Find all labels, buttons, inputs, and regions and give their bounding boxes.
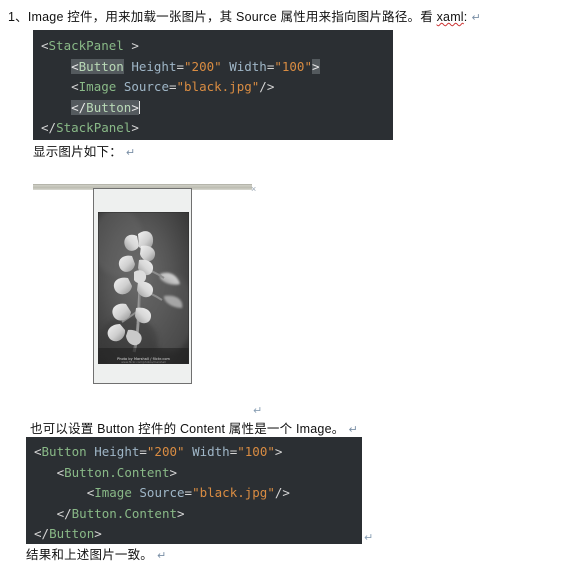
code-token-attr: Height (94, 444, 140, 459)
code-token-punct: < (71, 79, 79, 94)
code-token-attr: Source (123, 79, 169, 94)
image-watermark-secondary: www.flickr.com/photos/marshall (121, 360, 166, 364)
paragraph-intro-text: 1、Image 控件，用来加载一张图片，其 Source 属性用来指向图片路径。… (8, 10, 437, 24)
paragraph-intro: 1、Image 控件，用来加载一张图片，其 Source 属性用来指向图片路径。… (8, 8, 481, 27)
code-token-tag: StackPanel (48, 38, 124, 53)
code-token-sel: Button (86, 99, 132, 115)
code-token-punct: /> (274, 485, 290, 500)
paragraph-button-content-text: 也可以设置 Button 控件的 Content 属性是一个 Image。 (30, 422, 345, 436)
code-token-tag: Image (78, 79, 117, 94)
code-token-punct: > (177, 505, 185, 521)
pilcrow-mark: ↵ (471, 12, 481, 24)
code-token-sel: Button (78, 58, 124, 74)
code-token-attr: Height (131, 58, 177, 74)
code-token-punct: < (34, 444, 42, 459)
code-token-eq: = (139, 444, 147, 459)
code-line: <Image Source="black.jpg"/> (34, 483, 362, 504)
pilcrow-mark: ↵ (348, 424, 358, 436)
code-token-punct: > (131, 120, 139, 135)
code-token-tag: Button.Content (71, 505, 177, 521)
code-token-val: "100" (237, 444, 275, 459)
code-token-eq: = (168, 79, 177, 94)
code-token-selpunct: < (71, 58, 79, 74)
code-token-punct (185, 444, 193, 459)
code-token-punct: < (56, 464, 65, 480)
selection-handle-mark: × (251, 184, 257, 194)
code-token-tag: Button.Content (64, 464, 170, 480)
code-token-val: "black.jpg" (176, 79, 260, 94)
code-block-stackpanel[interactable]: <StackPanel > <Button Height="200" Width… (33, 30, 393, 140)
wpf-button-preview[interactable]: Photo by Marshall / flickr.com www.flick… (93, 188, 192, 384)
flower-photo-svg (98, 212, 189, 364)
code-token-punct: < (41, 38, 49, 53)
code-token-selpunct: > (131, 99, 139, 115)
paragraph-result-text: 结果和上述图片一致。 (26, 548, 154, 562)
code-line: <Button Height="200" Width="100"> (41, 57, 393, 78)
pilcrow-mark-floating: ↵ (253, 405, 263, 417)
code-token-val: "100" (274, 58, 312, 74)
code-line: <Button.Content> (34, 463, 362, 484)
code-token-val: "200" (184, 58, 222, 74)
code-token-punct: > (94, 526, 102, 541)
code-token-tag: Image (94, 485, 132, 500)
code-token-val: "200" (146, 444, 185, 459)
code-line: </Button> (34, 524, 362, 544)
code-block-button-content[interactable]: <Button Height="200" Width="100"> <Butto… (26, 437, 362, 544)
code-token-tag: StackPanel (56, 120, 132, 135)
code-token-val: "black.jpg" (192, 485, 275, 500)
code-token-attr: Width (229, 58, 267, 74)
pilcrow-mark-after-code2: ↵ (364, 532, 374, 544)
code-token-punct: </ (34, 526, 50, 541)
code-token-selpunct: > (312, 58, 320, 74)
pilcrow-mark: ↵ (157, 550, 167, 562)
code-line: <StackPanel > (41, 36, 393, 57)
code-token-selpunct: </ (71, 99, 87, 115)
code-token-punct: > (123, 38, 139, 53)
code-token-punct (116, 79, 124, 94)
paragraph-result: 结果和上述图片一致。 ↵ (26, 546, 166, 565)
code-line: </StackPanel> (41, 118, 393, 139)
code-token-punct: /> (259, 79, 275, 94)
code-token-eq: = (184, 485, 193, 500)
paragraph-show-image-text: 显示图片如下： (33, 145, 122, 159)
code-line: </Button> (41, 98, 393, 119)
pilcrow-mark: ↵ (125, 147, 136, 159)
code-line: </Button.Content> (34, 504, 362, 525)
code-token-tag: Button (49, 526, 95, 541)
code-token-punct: </ (56, 505, 72, 521)
text-caret (138, 100, 140, 114)
code-token-punct: </ (41, 120, 57, 135)
code-token-tag: Button (41, 444, 87, 459)
code-token-attr: Source (139, 485, 185, 500)
code-line: <Button Height="200" Width="100"> (34, 442, 362, 463)
code-token-attr: Width (192, 444, 230, 459)
code-token-punct: > (274, 444, 283, 459)
code-line: <Image Source="black.jpg"/> (41, 77, 393, 98)
code-token-eq: = (176, 58, 185, 74)
spellcheck-word-xaml: xaml (436, 10, 464, 24)
code-token-punct: > (169, 464, 177, 480)
wpf-image-preview: Photo by Marshall / flickr.com www.flick… (98, 212, 189, 364)
paragraph-show-image: 显示图片如下： ↵ (33, 143, 135, 162)
